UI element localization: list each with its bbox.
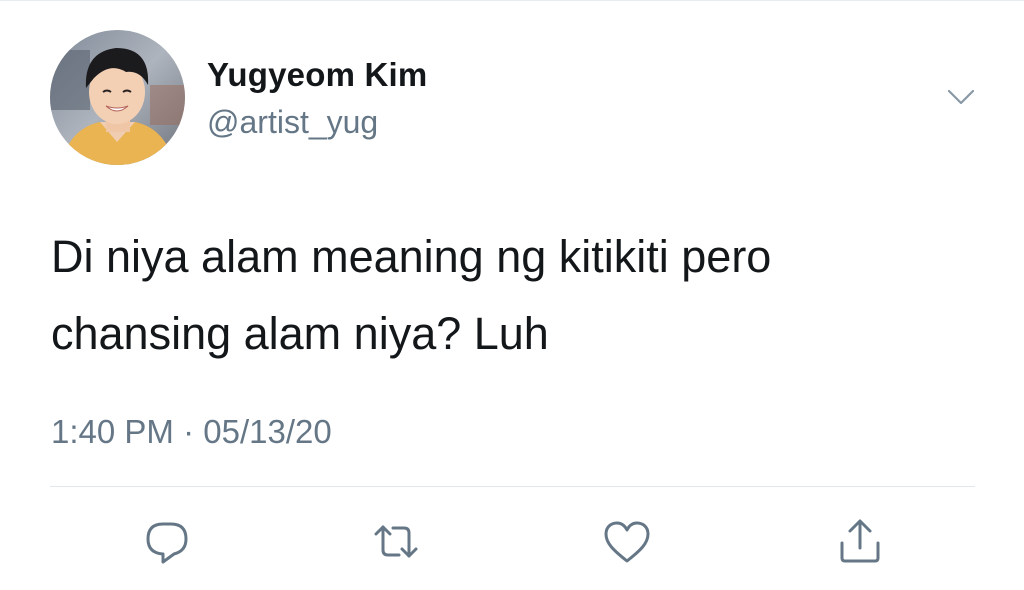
tweet-date: 05/13/20: [203, 413, 332, 450]
retweet-icon: [374, 525, 418, 558]
retweet-button[interactable]: [370, 516, 422, 568]
avatar[interactable]: [50, 30, 185, 165]
tweet-menu-button[interactable]: [941, 82, 981, 112]
heart-icon: [604, 521, 650, 563]
reply-button[interactable]: [141, 516, 193, 568]
like-button[interactable]: [601, 516, 653, 568]
share-button[interactable]: [834, 516, 886, 568]
chevron-down-icon: [947, 89, 975, 105]
tweet-card: Yugyeom Kim @artist_yug Di niya alam mea…: [0, 0, 1024, 590]
author-display-name[interactable]: Yugyeom Kim: [207, 56, 427, 94]
tweet-text-line: chansing alam niya? Luh: [51, 308, 549, 359]
tweet-timestamp[interactable]: 1:40 PM · 05/13/20: [51, 413, 332, 451]
avatar-photo: [50, 30, 185, 165]
meta-separator: ·: [183, 413, 195, 450]
share-icon: [840, 519, 880, 563]
author-handle[interactable]: @artist_yug: [207, 104, 378, 141]
divider: [50, 486, 975, 487]
reply-icon: [146, 522, 188, 564]
tweet-text: Di niya alam meaning ng kitikiti pero ch…: [51, 218, 951, 372]
tweet-text-line: Di niya alam meaning ng kitikiti pero: [51, 231, 772, 282]
tweet-time: 1:40 PM: [51, 413, 174, 450]
